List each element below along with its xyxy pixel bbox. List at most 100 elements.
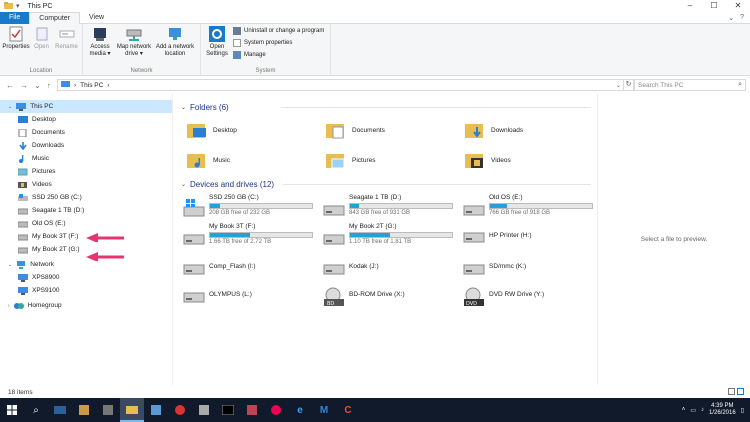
file-explorer-icon[interactable] bbox=[120, 398, 144, 422]
task-view-icon[interactable] bbox=[48, 398, 72, 422]
folder-documents[interactable]: Documents bbox=[326, 118, 385, 142]
sidebar-item-xps9100[interactable]: XPS9100 bbox=[0, 284, 172, 297]
drive-tile[interactable]: My Book 2T (G:) 1.10 TB free of 1.81 TB bbox=[323, 223, 457, 249]
recent-chevron-icon[interactable]: ⌄ bbox=[34, 81, 41, 90]
address-bar[interactable]: › This PC › ⌄ bbox=[57, 79, 624, 91]
quick-access-dropdown[interactable]: ▾ bbox=[16, 2, 20, 10]
network-tray-icon[interactable]: ▭ bbox=[690, 407, 696, 414]
up-arrow-icon[interactable]: ↑ bbox=[47, 81, 51, 90]
command-prompt-icon[interactable] bbox=[216, 398, 240, 422]
sidebar-item-music[interactable]: Music bbox=[0, 152, 172, 165]
forward-arrow-icon[interactable]: → bbox=[20, 81, 28, 90]
drive-usage-fill bbox=[350, 233, 390, 237]
devices-section-header[interactable]: ⌄ Devices and drives (12) bbox=[181, 178, 591, 190]
drive-free-space: 208 GB free of 232 GB bbox=[209, 210, 271, 216]
minimize-ribbon-icon[interactable]: ⌄ bbox=[728, 14, 734, 22]
sidebar-item-downloads[interactable]: Downloads bbox=[0, 139, 172, 152]
app-icon-7[interactable] bbox=[264, 398, 288, 422]
sidebar-item-label: Music bbox=[32, 155, 49, 162]
sidebar-item-pictures[interactable]: Pictures bbox=[0, 165, 172, 178]
drive-tile[interactable]: SSD 250 GB (C:) 208 GB free of 232 GB bbox=[183, 194, 317, 220]
close-button[interactable]: ✕ bbox=[726, 0, 750, 12]
taskbar: ⌕ e M C ˄ ▭ ♪ 4:39 PM 1/26/2016 ▯ bbox=[0, 398, 750, 422]
drive-label: My Book 2T (G:) bbox=[349, 223, 397, 230]
drive-tile[interactable]: OLYMPUS (L:) bbox=[183, 287, 317, 313]
drive-free-space: 843 GB free of 931 GB bbox=[349, 210, 411, 216]
app-icon-2[interactable] bbox=[96, 398, 120, 422]
tray-chevron-icon[interactable]: ˄ bbox=[682, 407, 686, 413]
rename-label: Rename bbox=[55, 44, 78, 50]
search-input[interactable]: Search This PC ⌕ bbox=[634, 79, 746, 91]
app-icon-5[interactable] bbox=[192, 398, 216, 422]
tab-computer[interactable]: Computer bbox=[29, 12, 81, 24]
monitor-icon bbox=[16, 102, 27, 111]
help-icon[interactable]: ? bbox=[740, 14, 744, 21]
app-icon-1[interactable] bbox=[72, 398, 96, 422]
drive-tile[interactable]: Comp_Flash (I:) bbox=[183, 259, 317, 285]
drive-tile[interactable]: My Book 3T (F:) 1.66 TB free of 2.72 TB bbox=[183, 223, 317, 249]
drive-tile[interactable]: Old OS (E:) 766 GB free of 918 GB bbox=[463, 194, 597, 220]
sidebar-item-ssd-c[interactable]: SSD 250 GB (C:) bbox=[0, 191, 172, 204]
details-view-icon[interactable] bbox=[728, 388, 735, 395]
sidebar-item-label: XPS9100 bbox=[32, 287, 60, 294]
app-icon-3[interactable] bbox=[144, 398, 168, 422]
back-arrow-icon[interactable]: ← bbox=[6, 81, 14, 90]
sidebar-item-old-os-e[interactable]: Old OS (E:) bbox=[0, 217, 172, 230]
drive-tile[interactable]: HP Printer (H:) bbox=[463, 229, 597, 255]
edge-icon[interactable]: e bbox=[288, 398, 312, 422]
drive-icon bbox=[18, 247, 28, 253]
sidebar-item-this-pc[interactable]: ⌄ This PC bbox=[0, 100, 172, 113]
tab-file[interactable]: File bbox=[0, 12, 30, 24]
preview-pane: Select a file to preview. bbox=[597, 94, 750, 385]
minimize-button[interactable]: – bbox=[678, 0, 702, 12]
drive-tile[interactable]: BD BD-ROM Drive (X:) bbox=[323, 287, 457, 313]
folder-videos[interactable]: Videos bbox=[465, 148, 511, 172]
folder-pictures[interactable]: Pictures bbox=[326, 148, 375, 172]
app-icon-6[interactable] bbox=[240, 398, 264, 422]
system-properties-icon bbox=[233, 39, 241, 47]
sidebar-item-homegroup[interactable]: › Homegroup bbox=[0, 299, 172, 312]
tiles-view-icon[interactable] bbox=[737, 388, 744, 395]
app-icon-4[interactable] bbox=[168, 398, 192, 422]
add-network-location-label: Add a network location bbox=[155, 44, 195, 57]
drive-usage-fill bbox=[350, 204, 360, 208]
drive-tile[interactable]: SD/mmc (K:) bbox=[463, 259, 597, 285]
start-windows-icon[interactable] bbox=[0, 398, 24, 422]
folder-music[interactable]: Music bbox=[187, 148, 230, 172]
sidebar-item-seagate-d[interactable]: Seagate 1 TB (D:) bbox=[0, 204, 172, 217]
maximize-button[interactable]: ☐ bbox=[702, 0, 726, 12]
drive-tile[interactable]: Kodak (J:) bbox=[323, 259, 457, 285]
sidebar-item-xps8900[interactable]: XPS8900 bbox=[0, 271, 172, 284]
folders-section-header[interactable]: ⌄ Folders (6) bbox=[181, 101, 591, 113]
refresh-icon[interactable]: ↻ bbox=[624, 79, 634, 91]
address-dropdown-icon[interactable]: ⌄ bbox=[616, 82, 621, 89]
drive-tile[interactable]: Seagate 1 TB (D:) 843 GB free of 931 GB bbox=[323, 194, 457, 220]
sidebar-item-videos[interactable]: Videos bbox=[0, 178, 172, 191]
sidebar-item-label: Network bbox=[30, 261, 55, 268]
open-settings-label: Open Settings bbox=[206, 44, 228, 57]
system-properties-button[interactable]: System properties bbox=[233, 38, 324, 48]
app-icon-9[interactable]: C bbox=[336, 398, 360, 422]
drive-label: OLYMPUS (L:) bbox=[209, 291, 252, 298]
breadcrumb-this-pc[interactable]: This PC bbox=[80, 82, 103, 89]
collapse-chevron-icon[interactable]: ⌄ bbox=[181, 104, 186, 111]
folder-downloads[interactable]: Downloads bbox=[465, 118, 523, 142]
app-icon-8[interactable]: M bbox=[312, 398, 336, 422]
manage-button[interactable]: Manage bbox=[233, 50, 324, 60]
breadcrumb-separator[interactable]: › bbox=[107, 82, 109, 89]
collapse-chevron-icon[interactable]: ⌄ bbox=[181, 181, 186, 188]
uninstall-program-button[interactable]: Uninstall or change a program bbox=[233, 26, 324, 36]
volume-icon[interactable]: ♪ bbox=[701, 407, 704, 413]
sidebar-item-desktop[interactable]: Desktop bbox=[0, 113, 172, 126]
drive-tile[interactable]: DVD DVD RW Drive (Y:) bbox=[463, 287, 597, 313]
folder-desktop[interactable]: Desktop bbox=[187, 118, 237, 142]
drive-usage-bar bbox=[349, 203, 453, 209]
clock[interactable]: 4:39 PM 1/26/2016 bbox=[709, 403, 736, 417]
pictures-icon bbox=[18, 168, 28, 175]
sidebar-item-documents[interactable]: Documents bbox=[0, 126, 172, 139]
tab-view[interactable]: View bbox=[80, 12, 113, 24]
annotation-arrow-icon bbox=[86, 233, 124, 242]
search-icon[interactable]: ⌕ bbox=[24, 398, 48, 422]
notification-icon[interactable]: ▯ bbox=[741, 407, 744, 414]
sidebar-item-label: Pictures bbox=[32, 168, 56, 175]
